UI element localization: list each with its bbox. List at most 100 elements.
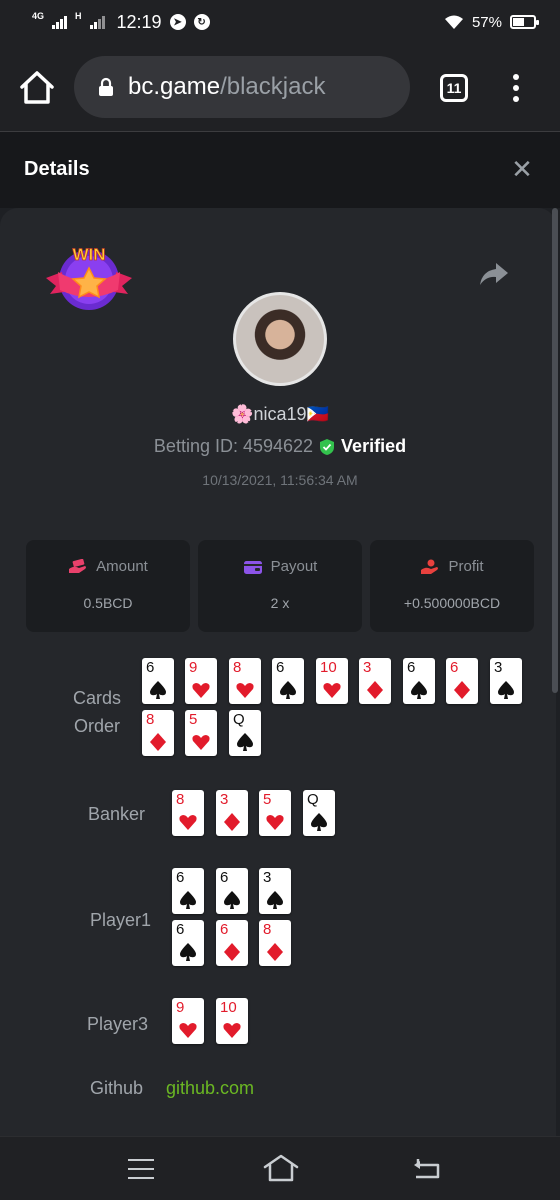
spade-suit-icon (150, 681, 166, 699)
banker-card: 8 (172, 790, 204, 836)
cards-order-label: Cards Order (70, 684, 124, 740)
share-icon[interactable] (478, 260, 510, 288)
stat-profit-label: Profit (448, 558, 484, 575)
bet-stats: Amount 0.5BCD Payout 2 x Profit +0.50000… (26, 540, 534, 632)
recents-icon[interactable] (128, 1159, 154, 1179)
money-hand-icon (69, 558, 87, 573)
diamond-suit-icon (150, 733, 166, 751)
player1-card: 3 (259, 868, 291, 914)
card-rank: 6 (176, 921, 185, 938)
card-rank: 3 (220, 791, 229, 808)
close-icon[interactable]: ✕ (510, 156, 534, 182)
card-rank: 10 (220, 999, 237, 1016)
details-header: Details ✕ (0, 132, 560, 208)
order-card: 9 (185, 658, 217, 704)
bet-timestamp: 10/13/2021, 11:56:34 AM (202, 472, 358, 488)
heart-suit-icon (266, 815, 284, 830)
card-rank: 6 (450, 659, 459, 676)
card-rank: 3 (363, 659, 372, 676)
sync-icon: ↻ (193, 14, 210, 30)
card-rank: 5 (263, 791, 272, 808)
card-rank: 8 (176, 791, 185, 808)
browser-toolbar: bc.game/blackjack 11 (0, 44, 560, 132)
spade-suit-icon (180, 943, 196, 961)
telegram-icon: ➤ (169, 14, 186, 30)
order-card: 3 (359, 658, 391, 704)
cards-order-label-line1: Cards (72, 688, 121, 708)
diamond-suit-icon (224, 813, 240, 831)
diamond-suit-icon (367, 681, 383, 699)
spade-suit-icon (280, 681, 296, 699)
player1-card: 6 (216, 920, 248, 966)
verified-badge: Verified (319, 436, 406, 457)
card-rank: 3 (494, 659, 503, 676)
spade-suit-icon (180, 891, 196, 909)
win-badge-icon: WIN (46, 245, 132, 310)
url-path: /blackjack (220, 73, 326, 100)
scrollbar[interactable] (552, 208, 558, 693)
spade-suit-icon (267, 891, 283, 909)
address-bar[interactable]: bc.game/blackjack (74, 56, 410, 118)
card-rank: 8 (233, 659, 242, 676)
home-icon[interactable] (18, 70, 56, 106)
profit-hand-icon (421, 559, 439, 574)
signal-icon (52, 15, 68, 29)
heart-suit-icon (179, 1023, 197, 1038)
network-type: 4G (32, 11, 45, 21)
cards-order-label-line2: Order (73, 716, 120, 736)
tab-switcher-button[interactable]: 11 (440, 74, 468, 102)
heart-suit-icon (223, 1023, 241, 1038)
card-rank: 8 (146, 711, 155, 728)
spade-suit-icon (411, 681, 427, 699)
avatar (233, 292, 327, 386)
order-card: 6 (272, 658, 304, 704)
github-label: Github (90, 1078, 144, 1098)
wallet-icon (243, 560, 262, 574)
lock-icon (99, 77, 113, 96)
heart-suit-icon (236, 683, 254, 698)
card-rank: 6 (176, 869, 185, 886)
card-rank: 3 (263, 869, 272, 886)
stat-amount-label: Amount (96, 558, 148, 575)
github-link[interactable]: github.com (166, 1078, 254, 1099)
card-rank: 8 (263, 921, 272, 938)
spade-suit-icon (311, 813, 327, 831)
card-rank: Q (233, 711, 245, 728)
player1-card: 8 (259, 920, 291, 966)
browser-menu-icon[interactable] (508, 72, 524, 104)
heart-suit-icon (192, 683, 210, 698)
verified-shield-icon (320, 438, 335, 455)
stat-profit: Profit +0.500000BCD (370, 540, 534, 632)
spade-suit-icon (237, 733, 253, 751)
banker-label: Banker (88, 804, 146, 824)
stat-profit-value: +0.500000BCD (403, 595, 501, 611)
card-rank: 6 (146, 659, 155, 676)
back-icon[interactable] (412, 1155, 442, 1181)
betting-id: Betting ID: 4594622 (153, 436, 314, 456)
system-nav-bar (0, 1136, 560, 1200)
battery-percent: 57% (471, 13, 502, 31)
verified-label: Verified (341, 436, 407, 456)
bet-details-panel: WIN 🌸nica19🇵🇭 Betting ID: 4594622 Verifi… (0, 208, 556, 1136)
order-card: Q (229, 710, 261, 756)
clock: 12:19 (116, 11, 162, 32)
card-rank: 5 (189, 711, 198, 728)
card-rank: 6 (407, 659, 416, 676)
nav-home-icon[interactable] (262, 1153, 300, 1183)
username: 🌸nica19🇵🇭 (231, 404, 329, 424)
stat-payout-label: Payout (270, 558, 318, 575)
spade-suit-icon (498, 681, 514, 699)
card-rank: 9 (176, 999, 185, 1016)
order-card: 8 (142, 710, 174, 756)
diamond-suit-icon (224, 943, 240, 961)
card-rank: 6 (220, 921, 229, 938)
status-bar: 4G H 12:19 ➤ ↻ 57% (0, 0, 560, 44)
player1-label: Player1 (90, 910, 152, 930)
banker-card: Q (303, 790, 335, 836)
battery-icon (510, 15, 539, 29)
stat-amount-value: 0.5BCD (83, 595, 133, 611)
details-title: Details (24, 158, 90, 180)
wifi-icon (444, 15, 463, 29)
player3-label: Player3 (87, 1014, 149, 1034)
network-type-2: H (75, 11, 82, 21)
